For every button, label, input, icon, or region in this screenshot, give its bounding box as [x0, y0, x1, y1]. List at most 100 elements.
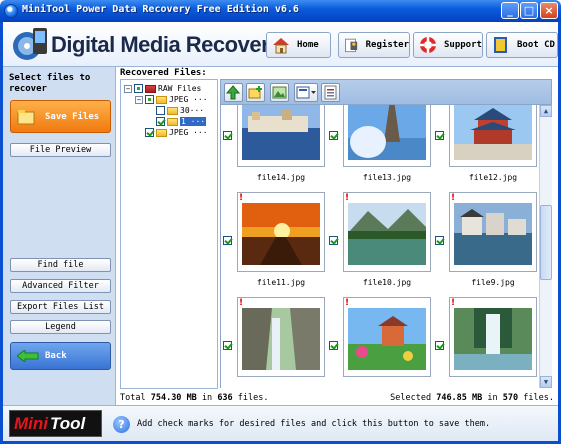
- tree-checkbox[interactable]: [156, 106, 165, 115]
- collapse-toggle[interactable]: −: [135, 95, 143, 104]
- thumbnail-grid[interactable]: file14.jpg file13.jpg file12.jpg! file11.jp…: [220, 105, 539, 388]
- file-thumbnail[interactable]: !: [435, 297, 537, 388]
- boot-cd-icon: [494, 37, 507, 53]
- file-checkbox[interactable]: [435, 341, 444, 350]
- file-checkbox[interactable]: [223, 131, 232, 140]
- minimize-button[interactable]: _: [501, 2, 519, 19]
- tree-checkbox[interactable]: [145, 128, 154, 137]
- home-button[interactable]: Home: [266, 32, 331, 58]
- home-label: Home: [297, 40, 319, 50]
- register-button[interactable]: Register: [338, 32, 410, 58]
- window-title: MiniTool Power Data Recovery Free Editio…: [22, 4, 299, 15]
- register-icon: [345, 38, 358, 53]
- recovered-files-heading: Recovered Files:: [120, 68, 207, 78]
- file-checkbox[interactable]: [223, 341, 232, 350]
- file-checkbox[interactable]: [435, 236, 444, 245]
- tree-label: RAW Files: [158, 84, 202, 93]
- folder-icon: [145, 84, 156, 93]
- file-checkbox[interactable]: [223, 236, 232, 245]
- view-mode-icon: [296, 86, 316, 99]
- home-icon: [273, 38, 289, 54]
- file-thumbnail[interactable]: !: [329, 297, 431, 388]
- total-count: 636: [217, 393, 233, 403]
- minitool-logo: Mini Tool: [9, 410, 102, 437]
- properties-icon: [324, 85, 337, 100]
- total-prefix: Total: [120, 393, 146, 403]
- back-label: Back: [45, 351, 67, 361]
- file-checkbox[interactable]: [435, 131, 444, 140]
- boot-cd-label: Boot CD: [517, 40, 555, 50]
- tree-checkbox[interactable]: [145, 95, 154, 104]
- footer-bar: Mini Tool ? Add check marks for desired f…: [3, 405, 558, 441]
- file-name: file14.jpg: [256, 173, 306, 182]
- file-name: file11.jpg: [256, 278, 306, 287]
- file-thumbnail[interactable]: ! file11.jpg: [223, 192, 325, 292]
- thumbnail-frame: !: [449, 192, 537, 272]
- view-toolbar: [220, 79, 552, 105]
- up-arrow-icon: [225, 85, 241, 100]
- properties-button[interactable]: [321, 83, 340, 102]
- photo-preview-garden: [348, 308, 426, 370]
- file-thumbnail[interactable]: ! file10.jpg: [329, 192, 431, 292]
- selected-suffix: files.: [523, 393, 554, 403]
- file-thumbnail[interactable]: file13.jpg: [329, 105, 431, 187]
- tree-node-jpeg-2[interactable]: JPEG ···: [145, 127, 208, 138]
- save-files-label: Save Files: [45, 111, 100, 122]
- selected-mid: in: [487, 393, 498, 403]
- file-thumbnail[interactable]: file14.jpg: [223, 105, 325, 187]
- warning-icon: !: [451, 193, 456, 203]
- legend-button[interactable]: Legend: [10, 320, 111, 334]
- boot-cd-button[interactable]: Boot CD: [486, 32, 558, 58]
- file-name: file13.jpg: [362, 173, 412, 182]
- save-files-icon: [17, 109, 35, 124]
- lifebuoy-icon: [420, 37, 436, 53]
- collapse-toggle[interactable]: −: [124, 84, 132, 93]
- tree-node-30[interactable]: 30···: [156, 105, 204, 116]
- photo-preview-eiffel: [348, 105, 426, 160]
- file-checkbox[interactable]: [329, 341, 338, 350]
- tree-node-jpeg[interactable]: − JPEG ···: [135, 94, 208, 105]
- new-folder-button[interactable]: [246, 83, 265, 102]
- selected-status: Selected 746.85 MB in 570 files.: [390, 393, 554, 403]
- folder-icon: [167, 106, 178, 115]
- file-checkbox[interactable]: [329, 236, 338, 245]
- find-file-button[interactable]: Find file: [10, 258, 111, 272]
- maximize-button[interactable]: □: [520, 2, 538, 19]
- tree-checkbox[interactable]: [156, 117, 165, 126]
- photo-preview-village: [454, 203, 532, 265]
- scroll-thumb[interactable]: [540, 205, 552, 280]
- advanced-filter-button[interactable]: Advanced Filter: [10, 279, 111, 293]
- file-name: file9.jpg: [471, 278, 515, 287]
- view-mode-dropdown[interactable]: [294, 83, 318, 102]
- footer-hint: Add check marks for desired files and cl…: [137, 419, 491, 429]
- app-header: Digital Media Recovery Home Register Sup…: [3, 22, 558, 67]
- vertical-scrollbar[interactable]: ▲ ▼: [539, 105, 552, 388]
- scroll-down-arrow[interactable]: ▼: [540, 376, 552, 388]
- file-checkbox[interactable]: [329, 131, 338, 140]
- file-thumbnail[interactable]: ! file9.jpg: [435, 192, 537, 292]
- support-button[interactable]: Support: [413, 32, 483, 58]
- file-thumbnail[interactable]: file12.jpg: [435, 105, 537, 187]
- back-button[interactable]: Back: [10, 342, 111, 370]
- up-folder-button[interactable]: [224, 83, 243, 102]
- export-files-list-button[interactable]: Export Files List: [10, 300, 111, 314]
- tree-node-1[interactable]: 1 ···: [156, 116, 207, 127]
- close-button[interactable]: ×: [540, 2, 558, 19]
- total-suffix: files.: [237, 393, 269, 403]
- warning-icon: !: [451, 298, 456, 308]
- help-icon[interactable]: ?: [113, 416, 130, 433]
- tree-node-raw-files[interactable]: − RAW Files: [124, 83, 201, 94]
- total-size: 754.30: [150, 393, 182, 403]
- folder-tree[interactable]: − RAW Files − JPEG ··· 30··· 1 ··· JPEG …: [120, 79, 218, 389]
- tree-checkbox[interactable]: [134, 84, 143, 93]
- thumbnail-view-button[interactable]: [270, 83, 289, 102]
- file-thumbnail[interactable]: !: [223, 297, 325, 388]
- thumbnail-frame: [343, 105, 431, 167]
- photo-preview-sunset: [242, 203, 320, 265]
- tree-label: 1 ···: [180, 117, 207, 126]
- scroll-up-arrow[interactable]: ▲: [540, 105, 552, 117]
- media-recovery-logo-icon: [13, 28, 47, 60]
- thumbnail-frame: !: [449, 297, 537, 377]
- save-files-button[interactable]: Save Files: [10, 100, 111, 133]
- file-preview-button[interactable]: File Preview: [10, 143, 111, 157]
